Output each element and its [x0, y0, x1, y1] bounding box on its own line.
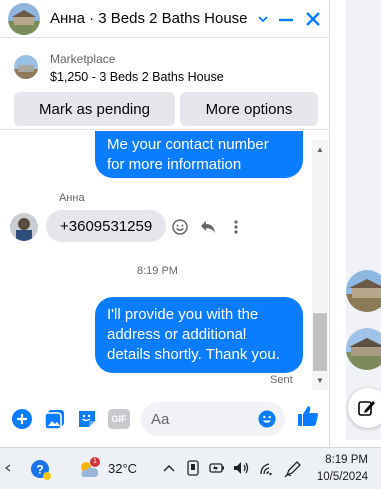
battery-icon[interactable]: [209, 461, 225, 475]
plus-icon[interactable]: [11, 408, 33, 430]
marketplace-listing: Marketplace $1,250 - 3 Beds 2 Baths Hous…: [0, 38, 330, 130]
weather-alert-badge: 1: [90, 457, 100, 467]
contact-avatar[interactable]: [8, 2, 40, 35]
system-clock[interactable]: 8:19 PM 10/5/2024: [304, 452, 368, 486]
pen-icon[interactable]: [284, 460, 302, 478]
chat-window: Анна · 3 Beds 2 Baths House Marketplace …: [0, 0, 330, 447]
sticker-icon[interactable]: [76, 408, 98, 430]
mark-as-pending-button[interactable]: Mark as pending: [14, 92, 175, 126]
tray-chevron-up-icon[interactable]: [163, 463, 175, 473]
sender-name: Анна: [59, 192, 85, 204]
emoji-react-icon[interactable]: [171, 218, 189, 236]
clock-date: 10/5/2024: [316, 471, 368, 483]
more-options-button[interactable]: More options: [180, 92, 318, 126]
chat-head[interactable]: [346, 328, 381, 370]
svg-text:?: ?: [36, 463, 43, 477]
message-list[interactable]: Me your contact number for more informat…: [0, 131, 312, 391]
scroll-up-arrow-icon[interactable]: ▲: [316, 145, 324, 154]
chevron-left-icon[interactable]: [4, 464, 12, 472]
message-status: Sent: [270, 374, 293, 386]
help-icon[interactable]: ?: [30, 459, 52, 481]
listing-thumbnail[interactable]: [14, 55, 38, 79]
message-line: for more information: [107, 156, 242, 173]
sender-avatar[interactable]: [10, 213, 38, 241]
message-line: I'll provide you with the: [107, 306, 259, 323]
chat-title[interactable]: Анна · 3 Beds 2 Baths House: [50, 10, 248, 27]
page-background-strip: [346, 0, 381, 440]
device-icon[interactable]: [186, 460, 200, 476]
clock-time: 8:19 PM: [325, 454, 368, 466]
taskbar: ? 1 32°C 8:19 PM 10/5/2024: [0, 447, 381, 489]
listing-title[interactable]: $1,250 - 3 Beds 2 Baths House: [50, 70, 224, 84]
emoji-icon[interactable]: [258, 410, 276, 428]
scroll-down-arrow-icon[interactable]: ▼: [316, 376, 324, 385]
gif-icon[interactable]: GIF: [108, 409, 130, 429]
marketplace-label: Marketplace: [50, 52, 116, 66]
photo-icon[interactable]: [44, 408, 66, 430]
message-line: Me your contact number: [107, 136, 269, 153]
incoming-message[interactable]: +3609531259: [46, 210, 167, 242]
reply-icon[interactable]: [199, 218, 217, 236]
chevron-down-icon[interactable]: [256, 12, 270, 26]
weather-temperature[interactable]: 32°C: [108, 461, 137, 476]
volume-icon[interactable]: [233, 461, 251, 475]
scrollbar-thumb[interactable]: [313, 313, 327, 371]
outgoing-message[interactable]: I'll provide you with the address or add…: [95, 297, 303, 373]
message-line: details shortly. Thank you.: [107, 346, 280, 363]
message-composer: GIF Aa: [0, 396, 330, 444]
minimize-icon[interactable]: [276, 10, 296, 30]
chat-head[interactable]: [346, 270, 381, 312]
new-message-button[interactable]: [348, 388, 381, 428]
message-timestamp: 8:19 PM: [137, 265, 178, 277]
chat-header[interactable]: Анна · 3 Beds 2 Baths House: [0, 0, 330, 38]
wifi-icon[interactable]: [259, 460, 275, 476]
close-icon[interactable]: [302, 8, 324, 30]
more-icon[interactable]: [227, 218, 245, 236]
message-line: address or additional: [107, 326, 247, 343]
compose-icon: [358, 401, 375, 416]
like-icon[interactable]: [296, 404, 320, 428]
outgoing-message[interactable]: Me your contact number for more informat…: [95, 131, 303, 178]
